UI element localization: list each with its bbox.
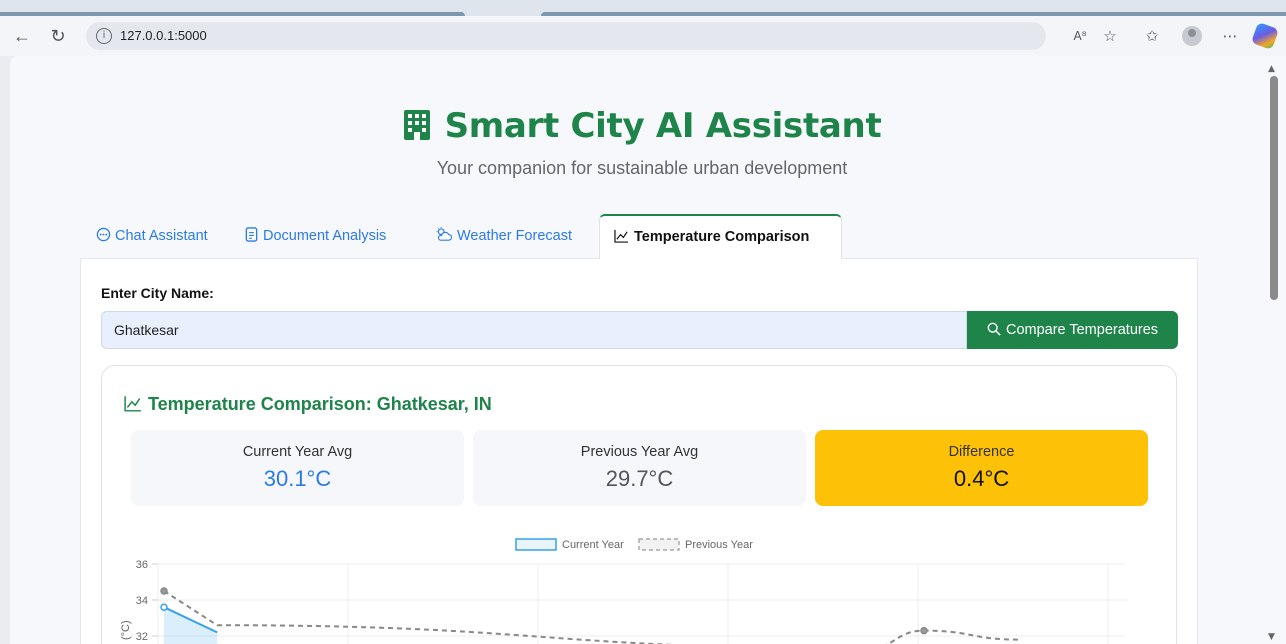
page-subtitle: Your companion for sustainable urban dev…: [436, 158, 848, 178]
url-text[interactable]: 127.0.0.1:5000: [120, 28, 207, 43]
y-tick-label: 34: [136, 595, 148, 607]
tab-label: Weather Forecast: [457, 228, 572, 244]
scroll-up-icon[interactable]: ▲: [1268, 64, 1275, 74]
browser-toolbar: ← ↻ i 127.0.0.1:5000 A⁸ ☆ ✩ ⋯: [0, 16, 1286, 56]
address-bar[interactable]: i 127.0.0.1:5000: [86, 22, 1046, 50]
refresh-icon[interactable]: ↻: [46, 24, 70, 48]
tab-label: Temperature Comparison: [634, 229, 810, 245]
page-title: Smart City AI Assistant: [10, 106, 1274, 146]
stat-label: Previous Year Avg: [580, 444, 699, 460]
profile-avatar[interactable]: [1182, 26, 1202, 46]
tab-chat-assistant[interactable]: Chat Assistant: [96, 214, 208, 258]
button-label: Compare Temperatures: [1005, 322, 1159, 338]
tab-label: Chat Assistant: [115, 228, 208, 244]
favorites-list-icon[interactable]: ✩: [1142, 26, 1162, 46]
y-tick-labels: 36 34 32: [136, 559, 148, 643]
legend-swatch-previous: [638, 538, 680, 551]
favorite-star-icon[interactable]: ☆: [1100, 26, 1120, 46]
tab-temperature-comparison[interactable]: Temperature Comparison: [599, 214, 842, 259]
series-area: [164, 607, 218, 644]
tab-document-analysis[interactable]: Document Analysis: [245, 214, 386, 258]
page-viewport: Smart City AI Assistant Your companion f…: [10, 56, 1274, 644]
stat-value: 30.1°C: [263, 466, 332, 491]
stat-label: Current Year Avg: [242, 444, 353, 460]
scroll-down-icon[interactable]: ▼: [1268, 632, 1275, 642]
info-icon[interactable]: i: [96, 28, 112, 44]
chart-line-icon: [124, 396, 141, 412]
tab-weather-forecast[interactable]: Weather Forecast: [435, 214, 572, 258]
tab-label: Document Analysis: [263, 228, 387, 244]
y-axis-label: (°C): [120, 620, 132, 640]
legend-label-previous: Previous Year: [685, 539, 753, 551]
comparison-panel: Enter City Name: Ghatkesar Compare Tempe…: [80, 258, 1198, 644]
chat-icon: [96, 227, 111, 242]
result-title: Temperature Comparison: Ghatkesar, IN: [124, 394, 492, 415]
stat-difference: Difference 0.4°C: [815, 430, 1148, 506]
document-icon: [245, 227, 258, 242]
legend-label-current: Current Year: [562, 539, 624, 551]
compare-temperatures-button[interactable]: Compare Temperatures: [967, 311, 1178, 349]
scrollbar-thumb[interactable]: [1270, 76, 1278, 300]
building-icon: [403, 110, 430, 140]
chart-line-icon: [614, 229, 629, 243]
temperature-chart: Current Year Previous Year 36 34 32 (°C): [120, 538, 1126, 644]
legend-swatch-current: [515, 538, 557, 551]
search-icon: [987, 322, 1001, 336]
read-aloud-icon[interactable]: A⁸: [1070, 26, 1090, 46]
stat-value: 29.7°C: [605, 466, 674, 491]
result-title-text: Temperature Comparison: Ghatkesar, IN: [148, 394, 492, 414]
series-point: [160, 603, 168, 611]
stat-value: 0.4°C: [953, 466, 1010, 491]
city-input[interactable]: Ghatkesar: [101, 311, 967, 349]
series-point: [920, 626, 928, 635]
series-point: [160, 587, 168, 595]
cloud-sun-icon: [436, 227, 452, 241]
page-header: Smart City AI Assistant Your companion f…: [10, 106, 1274, 179]
stat-current-year: Current Year Avg 30.1°C: [131, 430, 464, 506]
stat-label: Difference: [948, 444, 1015, 460]
back-icon[interactable]: ←: [10, 24, 34, 48]
stat-previous-year: Previous Year Avg 29.7°C: [473, 430, 806, 506]
y-tick-label: 36: [136, 559, 148, 571]
copilot-icon[interactable]: [1250, 21, 1280, 51]
more-options-icon[interactable]: ⋯: [1220, 26, 1240, 46]
y-tick-label: 32: [136, 631, 148, 643]
city-label: Enter City Name:: [101, 285, 214, 301]
page-title-text: Smart City AI Assistant: [444, 106, 882, 146]
result-card: Temperature Comparison: Ghatkesar, IN Cu…: [101, 365, 1177, 644]
